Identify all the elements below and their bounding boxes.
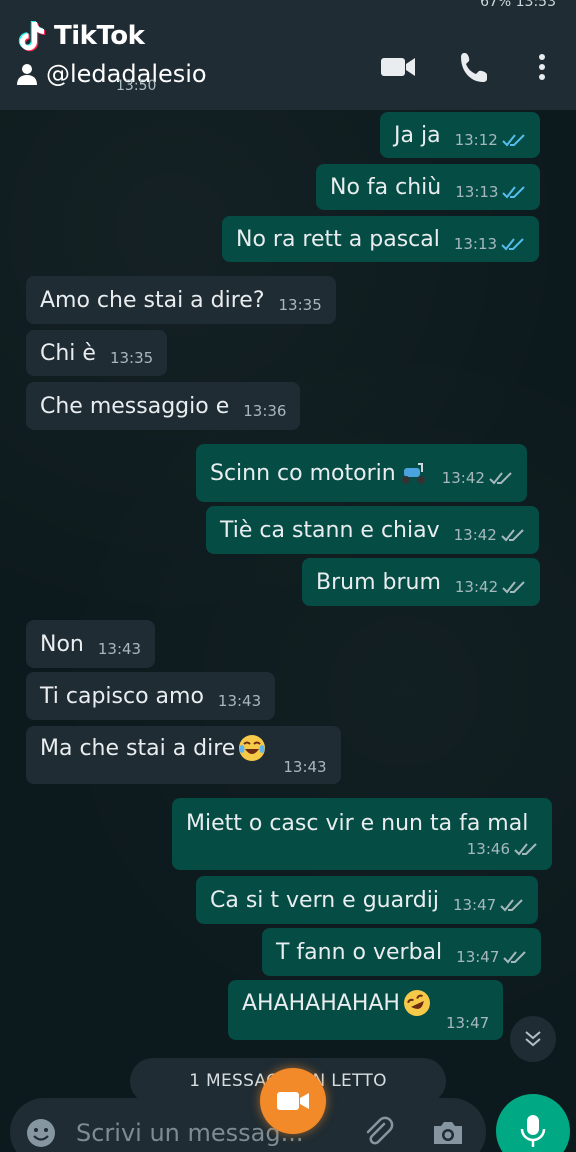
message-incoming[interactable]: Che messaggio e 13:36 bbox=[26, 382, 301, 430]
message-time: 13:42 bbox=[441, 469, 485, 487]
double-check-icon bbox=[501, 238, 524, 251]
message-outgoing[interactable]: No ra rett a pascal 13:13 bbox=[222, 216, 540, 262]
scooter-emoji-icon bbox=[401, 463, 425, 484]
message-time: 13:35 bbox=[109, 349, 154, 367]
message-text: No ra rett a pascal bbox=[236, 226, 440, 252]
double-check-icon bbox=[514, 842, 537, 855]
double-chevron-down-icon bbox=[525, 1031, 541, 1047]
double-check-icon bbox=[502, 186, 526, 199]
message-input-bar: Scrivi un messag... bbox=[10, 1098, 486, 1152]
double-check-icon bbox=[502, 134, 525, 147]
rofl-emoji-icon bbox=[403, 990, 430, 1016]
message-time: 13:12 bbox=[454, 131, 498, 149]
message-text: Non bbox=[40, 631, 84, 657]
message-outgoing[interactable]: Scinn co motorin 13:42 bbox=[196, 444, 527, 502]
message-time: 13:47 bbox=[456, 948, 500, 966]
message-text: Scinn co motorin bbox=[210, 460, 396, 486]
message-outgoing[interactable]: AHAHAHAHAH 13:47 bbox=[228, 980, 504, 1040]
message-text: No fa chiù bbox=[330, 174, 442, 200]
message-outgoing[interactable]: Tiè ca stann e chiav 13:42 bbox=[206, 506, 539, 554]
scroll-down-button[interactable] bbox=[510, 1016, 556, 1062]
message-time: 13:13 bbox=[455, 183, 499, 201]
tiktok-watermark: TikTok bbox=[12, 18, 145, 54]
message-time: 13:47 bbox=[452, 896, 497, 914]
message-time: 13:42 bbox=[453, 526, 497, 544]
message-outgoing[interactable]: Ca si t vern e guardij 13:47 bbox=[196, 876, 539, 924]
double-check-icon bbox=[502, 581, 525, 594]
message-text: Chi è bbox=[40, 340, 96, 366]
message-time: 13:47 bbox=[445, 1014, 490, 1032]
message-outgoing[interactable]: Ja ja 13:12 bbox=[380, 112, 540, 158]
message-incoming[interactable]: Ti capisco amo 13:43 bbox=[26, 672, 276, 720]
double-check-icon bbox=[501, 529, 524, 542]
microphone-icon bbox=[520, 1115, 546, 1147]
message-outgoing[interactable]: Miett o casc vir e nun ta fa mal 13:46 bbox=[172, 798, 552, 870]
message-time: 13:43 bbox=[217, 692, 262, 710]
attach-icon[interactable] bbox=[362, 1116, 396, 1150]
laughing-emoji-icon bbox=[239, 735, 266, 761]
double-check-icon bbox=[503, 951, 527, 964]
message-text: Ca si t vern e guardij bbox=[210, 887, 439, 913]
message-time: 13:35 bbox=[278, 296, 322, 314]
video-call-icon[interactable] bbox=[378, 50, 418, 84]
message-incoming[interactable]: Non 13:43 bbox=[26, 620, 156, 668]
tiktok-user: @ledadalesio bbox=[14, 60, 207, 88]
message-text: Brum brum bbox=[316, 569, 441, 595]
message-text: Che messaggio e bbox=[40, 393, 230, 419]
tiktok-brand: TikTok bbox=[54, 21, 145, 51]
message-outgoing[interactable]: Brum brum 13:42 bbox=[302, 558, 541, 606]
message-text: AHAHAHAHAH bbox=[242, 990, 400, 1016]
message-text: Miett o casc vir e nun ta fa mal bbox=[186, 810, 529, 836]
message-incoming[interactable]: Chi è 13:35 bbox=[26, 330, 168, 376]
message-text: Tiè ca stann e chiav bbox=[220, 517, 440, 543]
message-time: 13:42 bbox=[454, 578, 499, 596]
message-text: Amo che stai a dire? bbox=[40, 287, 265, 313]
status-text: 67% 13:53 bbox=[480, 0, 556, 10]
message-text: Ti capisco amo bbox=[40, 683, 204, 709]
status-bar: 67% 13:53 bbox=[0, 0, 576, 12]
double-check-icon bbox=[500, 899, 523, 912]
camera-icon[interactable] bbox=[430, 1116, 466, 1150]
voice-call-icon[interactable] bbox=[456, 50, 496, 84]
message-text: T fann o verbal bbox=[276, 939, 443, 965]
user-icon bbox=[17, 64, 37, 85]
message-text: Ma che stai a dire bbox=[40, 735, 236, 761]
message-outgoing[interactable]: T fann o verbal 13:47 bbox=[262, 928, 542, 976]
message-text: Ja ja bbox=[394, 122, 441, 148]
more-options-icon[interactable] bbox=[532, 50, 552, 84]
message-incoming[interactable]: Ma che stai a dire 13:43 bbox=[26, 726, 341, 784]
message-outgoing[interactable]: No fa chiù 13:13 bbox=[316, 164, 541, 210]
video-camera-icon bbox=[277, 1092, 309, 1110]
double-check-icon bbox=[489, 472, 512, 485]
header-time: 13:50 bbox=[116, 78, 157, 94]
emoji-icon[interactable] bbox=[24, 1116, 58, 1150]
tiktok-logo-icon bbox=[18, 21, 46, 52]
video-record-button[interactable] bbox=[260, 1068, 326, 1134]
message-time: 13:43 bbox=[283, 758, 327, 776]
chat-header: 67% 13:53 TikTok @ledadalesio 13:50 bbox=[0, 0, 576, 110]
message-time: 13:13 bbox=[453, 235, 498, 253]
message-time: 13:43 bbox=[97, 640, 142, 658]
message-time: 13:36 bbox=[243, 402, 287, 420]
message-time: 13:46 bbox=[466, 839, 510, 858]
message-incoming[interactable]: Amo che stai a dire? 13:35 bbox=[26, 276, 336, 324]
